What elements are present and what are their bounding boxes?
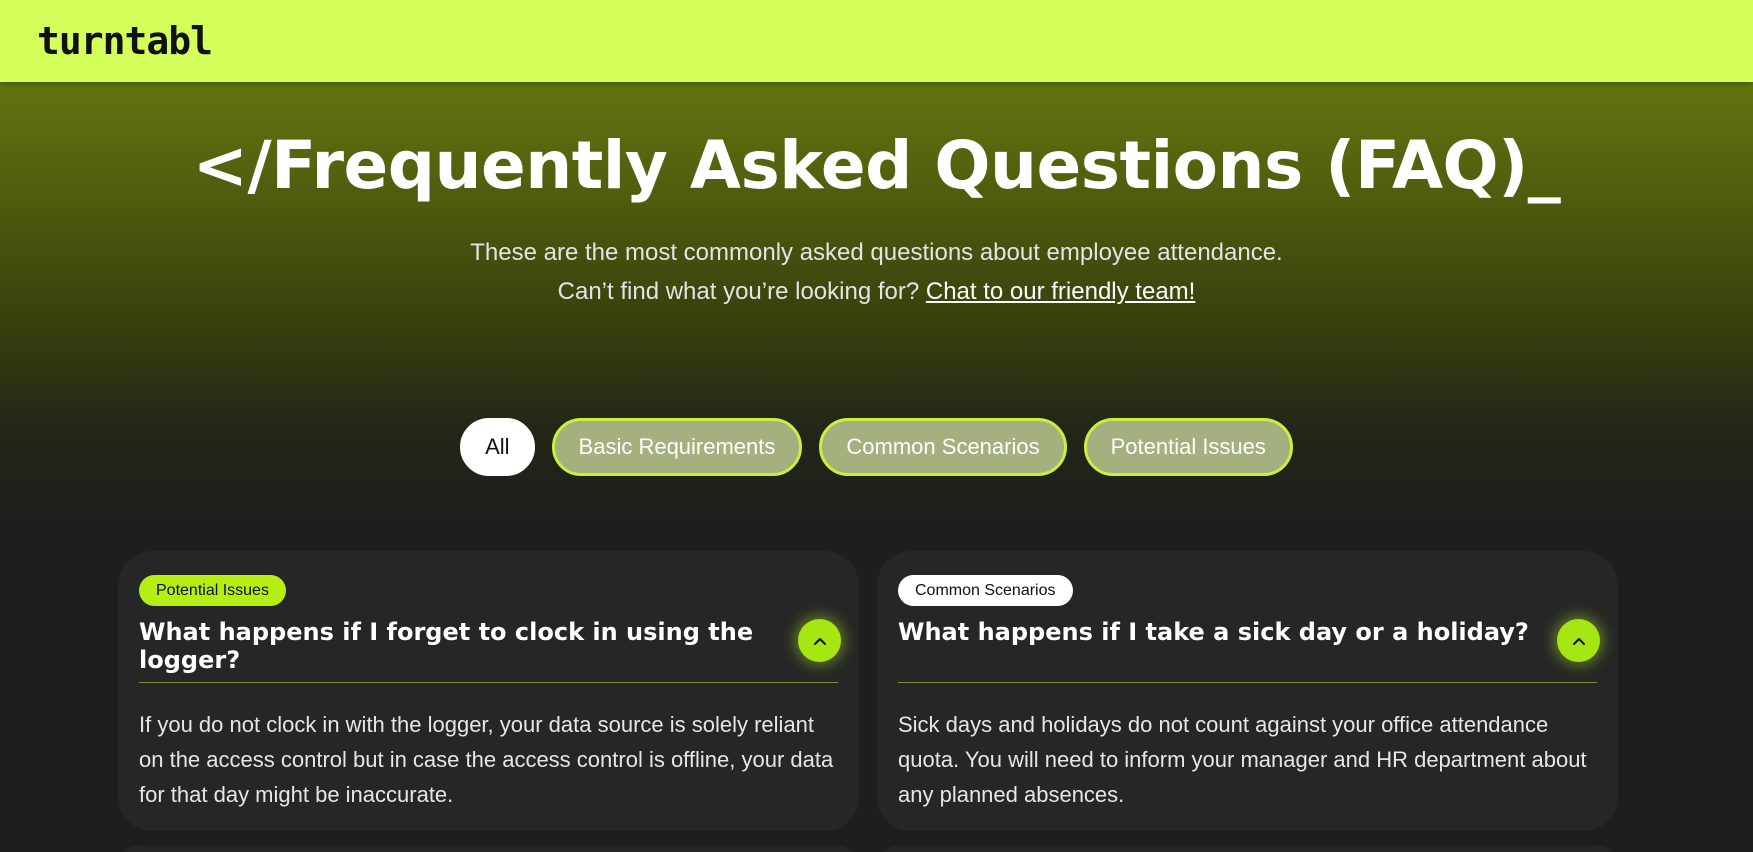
filter-basic-requirements-button[interactable]: Basic Requirements <box>551 418 803 476</box>
category-filter-bar: All Basic Requirements Common Scenarios … <box>0 418 1753 476</box>
subtitle-line-2-prefix: Can’t find what you’re looking for? <box>557 278 926 305</box>
turntabl-logo[interactable]: turntabl <box>37 19 213 63</box>
faq-card: Potential Issues What happens if I forge… <box>118 551 859 831</box>
chevron-up-icon[interactable] <box>798 619 841 662</box>
faq-card-partial <box>118 846 859 852</box>
subtitle-line-1: These are the most commonly asked questi… <box>470 239 1283 266</box>
faq-category-tag: Common Scenarios <box>898 575 1073 606</box>
faq-category-tag: Potential Issues <box>139 575 286 606</box>
top-nav-bar: turntabl <box>0 0 1753 82</box>
filter-potential-issues-button[interactable]: Potential Issues <box>1083 418 1293 476</box>
faq-answer: If you do not clock in with the logger, … <box>139 712 834 807</box>
subtitle-line-2: Can’t find what you’re looking for? Chat… <box>0 272 1753 311</box>
chat-to-team-link[interactable]: Chat to our friendly team! <box>926 278 1195 305</box>
page-title: </Frequently Asked Questions (FAQ)_ <box>192 127 1561 204</box>
faq-card-partial <box>877 846 1618 852</box>
faq-answer: Sick days and holidays do not count agai… <box>898 712 1587 807</box>
faq-question[interactable]: What happens if I forget to clock in usi… <box>139 618 779 674</box>
chevron-up-icon[interactable] <box>1557 619 1600 662</box>
faq-divider <box>898 682 1597 683</box>
filter-common-scenarios-button[interactable]: Common Scenarios <box>819 418 1067 476</box>
faq-question[interactable]: What happens if I take a sick day or a h… <box>898 618 1538 646</box>
filter-all-button[interactable]: All <box>460 418 535 476</box>
faq-card: Common Scenarios What happens if I take … <box>877 551 1618 831</box>
page-subtitle: These are the most commonly asked questi… <box>0 233 1753 311</box>
faq-divider <box>139 682 838 683</box>
